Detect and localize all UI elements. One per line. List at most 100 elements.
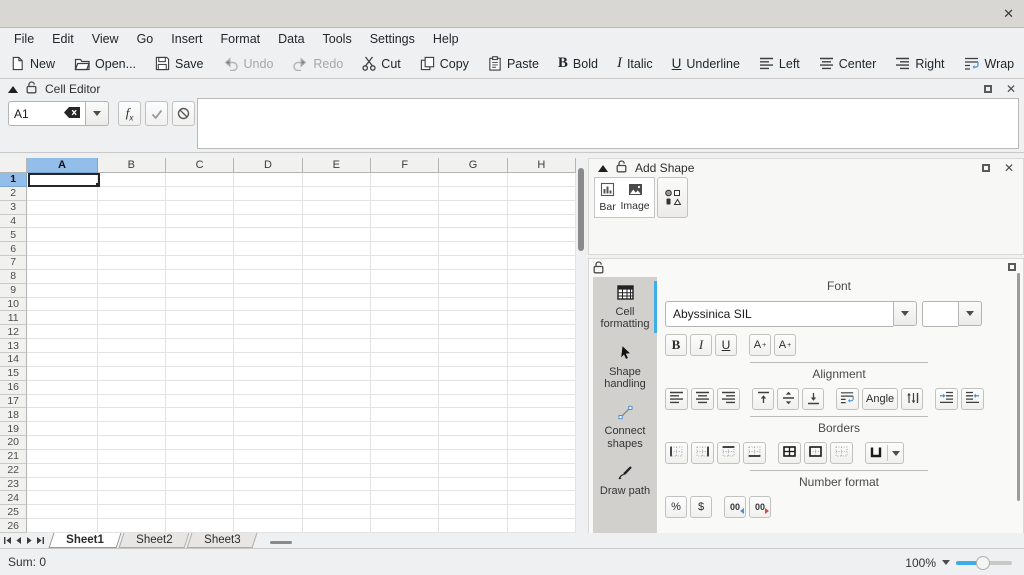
cell-A19[interactable] [27,422,97,436]
cell-D9[interactable] [234,284,302,298]
cell-G6[interactable] [439,242,507,256]
cell-D24[interactable] [234,491,302,505]
cell-H3[interactable] [508,201,576,215]
cell-G17[interactable] [439,395,507,409]
lock-icon[interactable] [616,160,627,176]
row-header-2[interactable]: 2 [0,187,27,201]
cell-C16[interactable] [166,381,234,395]
menu-tools[interactable]: Tools [314,30,361,48]
cell-H13[interactable] [508,339,576,353]
cell-G13[interactable] [439,339,507,353]
row-header-7[interactable]: 7 [0,256,27,270]
cell-A18[interactable] [27,408,97,422]
menu-settings[interactable]: Settings [361,30,424,48]
menu-format[interactable]: Format [212,30,270,48]
currency-format-button[interactable]: $ [690,496,712,518]
horizontal-scrollbar[interactable] [270,541,292,544]
cell-G16[interactable] [439,381,507,395]
toolbar-right-button[interactable]: Right [895,57,944,71]
cell-H21[interactable] [508,450,576,464]
cell-F5[interactable] [371,228,439,242]
cell-B11[interactable] [98,311,166,325]
align-right-button[interactable] [717,388,740,410]
cell-F8[interactable] [371,270,439,284]
row-header-24[interactable]: 24 [0,491,27,505]
cell-A8[interactable] [27,270,97,284]
cell-D5[interactable] [234,228,302,242]
cell-C24[interactable] [166,491,234,505]
cell-C13[interactable] [166,339,234,353]
cell-A17[interactable] [27,395,97,409]
docker-tab-connect-shapes[interactable]: Connect shapes [593,397,657,457]
cell-C1[interactable] [166,173,234,187]
cell-G10[interactable] [439,298,507,312]
cell-B26[interactable] [98,519,166,533]
cell-G18[interactable] [439,408,507,422]
cell-B1[interactable] [98,173,166,187]
cell-D20[interactable] [234,436,302,450]
cell-C15[interactable] [166,367,234,381]
cell-A10[interactable] [27,298,97,312]
cell-F3[interactable] [371,201,439,215]
column-header-B[interactable]: B [98,158,166,173]
toolbar-paste-button[interactable]: Paste [488,56,539,71]
cell-C21[interactable] [166,450,234,464]
column-header-G[interactable]: G [439,158,507,173]
apply-button[interactable] [145,101,168,126]
font-family-combo[interactable]: Abyssinica SIL [665,301,917,327]
cell-A22[interactable] [27,464,97,478]
cell-C7[interactable] [166,256,234,270]
lock-icon[interactable] [26,81,37,97]
cell-D26[interactable] [234,519,302,533]
row-header-22[interactable]: 22 [0,464,27,478]
cell-A24[interactable] [27,491,97,505]
percent-format-button[interactable]: % [665,496,687,518]
cell-E19[interactable] [303,422,371,436]
cell-C19[interactable] [166,422,234,436]
cell-C6[interactable] [166,242,234,256]
cell-reference-dropdown[interactable] [85,101,109,126]
cell-B14[interactable] [98,353,166,367]
cell-A21[interactable] [27,450,97,464]
valign-top-button[interactable] [752,388,774,410]
cell-A15[interactable] [27,367,97,381]
cell-B9[interactable] [98,284,166,298]
dropdown-split[interactable] [887,445,900,461]
column-header-H[interactable]: H [508,158,576,173]
row-header-25[interactable]: 25 [0,505,27,519]
cell-C23[interactable] [166,478,234,492]
cell-E10[interactable] [303,298,371,312]
border-none-button[interactable] [830,442,853,464]
cell-B22[interactable] [98,464,166,478]
cell-F14[interactable] [371,353,439,367]
cell-E4[interactable] [303,215,371,229]
select-all-corner[interactable] [0,158,27,173]
cell-H7[interactable] [508,256,576,270]
border-all-button[interactable] [778,442,801,464]
cell-D8[interactable] [234,270,302,284]
column-header-C[interactable]: C [166,158,234,173]
cell-D7[interactable] [234,256,302,270]
cell-E22[interactable] [303,464,371,478]
cell-F20[interactable] [371,436,439,450]
cell-F12[interactable] [371,325,439,339]
cell-A20[interactable] [27,436,97,450]
cell-E1[interactable] [303,173,371,187]
cell-E23[interactable] [303,478,371,492]
cell-C18[interactable] [166,408,234,422]
cell-H4[interactable] [508,215,576,229]
cell-A12[interactable] [27,325,97,339]
cell-H2[interactable] [508,187,576,201]
row-header-4[interactable]: 4 [0,215,27,229]
collapse-icon[interactable] [8,86,18,93]
toolbar-new-button[interactable]: New [10,56,55,71]
cell-G12[interactable] [439,325,507,339]
float-panel-icon[interactable] [984,85,992,93]
row-header-11[interactable]: 11 [0,311,27,325]
row-header-9[interactable]: 9 [0,284,27,298]
cell-D13[interactable] [234,339,302,353]
lock-icon[interactable] [593,261,604,277]
cell-D21[interactable] [234,450,302,464]
indent-decrease-button[interactable] [961,388,984,410]
menu-view[interactable]: View [83,30,128,48]
